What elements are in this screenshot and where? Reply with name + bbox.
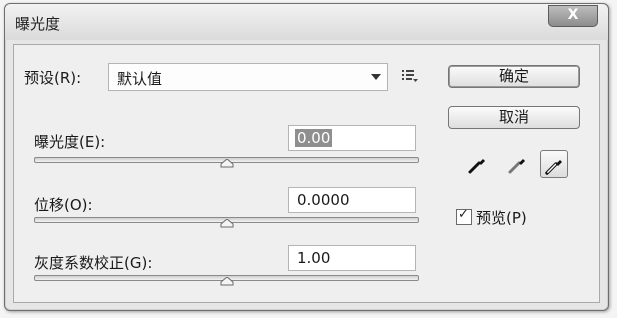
exposure-label: 曝光度(E):	[34, 133, 106, 151]
exposure-dialog: 曝光度 X 预设(R): 默认值 曝光度(E): 0.00 位移(O): 0.0…	[4, 3, 609, 311]
offset-label: 位移(O):	[34, 196, 93, 214]
preview-label[interactable]: 预览(P)	[476, 207, 527, 228]
offset-input[interactable]: 0.0000	[288, 187, 416, 213]
black-point-eyedropper-icon[interactable]	[464, 150, 492, 178]
offset-value: 0.0000	[297, 191, 350, 209]
preset-options-menu-icon[interactable]	[402, 69, 418, 83]
gamma-label: 灰度系数校正(G):	[34, 254, 153, 272]
preset-value: 默认值	[117, 70, 163, 88]
close-button[interactable]: X	[548, 5, 598, 27]
dialog-title: 曝光度	[15, 15, 61, 33]
exposure-slider-thumb[interactable]	[220, 159, 234, 168]
gamma-slider-thumb[interactable]	[220, 277, 234, 286]
offset-slider-thumb[interactable]	[220, 219, 234, 228]
cancel-button[interactable]: 取消	[448, 106, 580, 129]
white-point-eyedropper-icon[interactable]	[540, 150, 568, 178]
preview-checkbox[interactable]: ✓	[456, 207, 472, 225]
gamma-input[interactable]: 1.00	[288, 245, 416, 271]
exposure-value: 0.00	[295, 129, 333, 147]
checkmark-icon: ✓	[458, 207, 469, 222]
gamma-value: 1.00	[297, 249, 331, 267]
dialog-body: 预设(R): 默认值 曝光度(E): 0.00 位移(O): 0.0000 灰度…	[13, 44, 600, 303]
title-bar[interactable]: 曝光度 X	[5, 4, 608, 40]
exposure-input[interactable]: 0.00	[288, 125, 416, 151]
ok-button[interactable]: 确定	[448, 65, 580, 88]
chevron-down-icon	[371, 74, 381, 80]
preset-dropdown[interactable]: 默认值	[108, 63, 388, 91]
gray-point-eyedropper-icon[interactable]	[504, 150, 532, 178]
preset-label: 预设(R):	[24, 69, 82, 87]
